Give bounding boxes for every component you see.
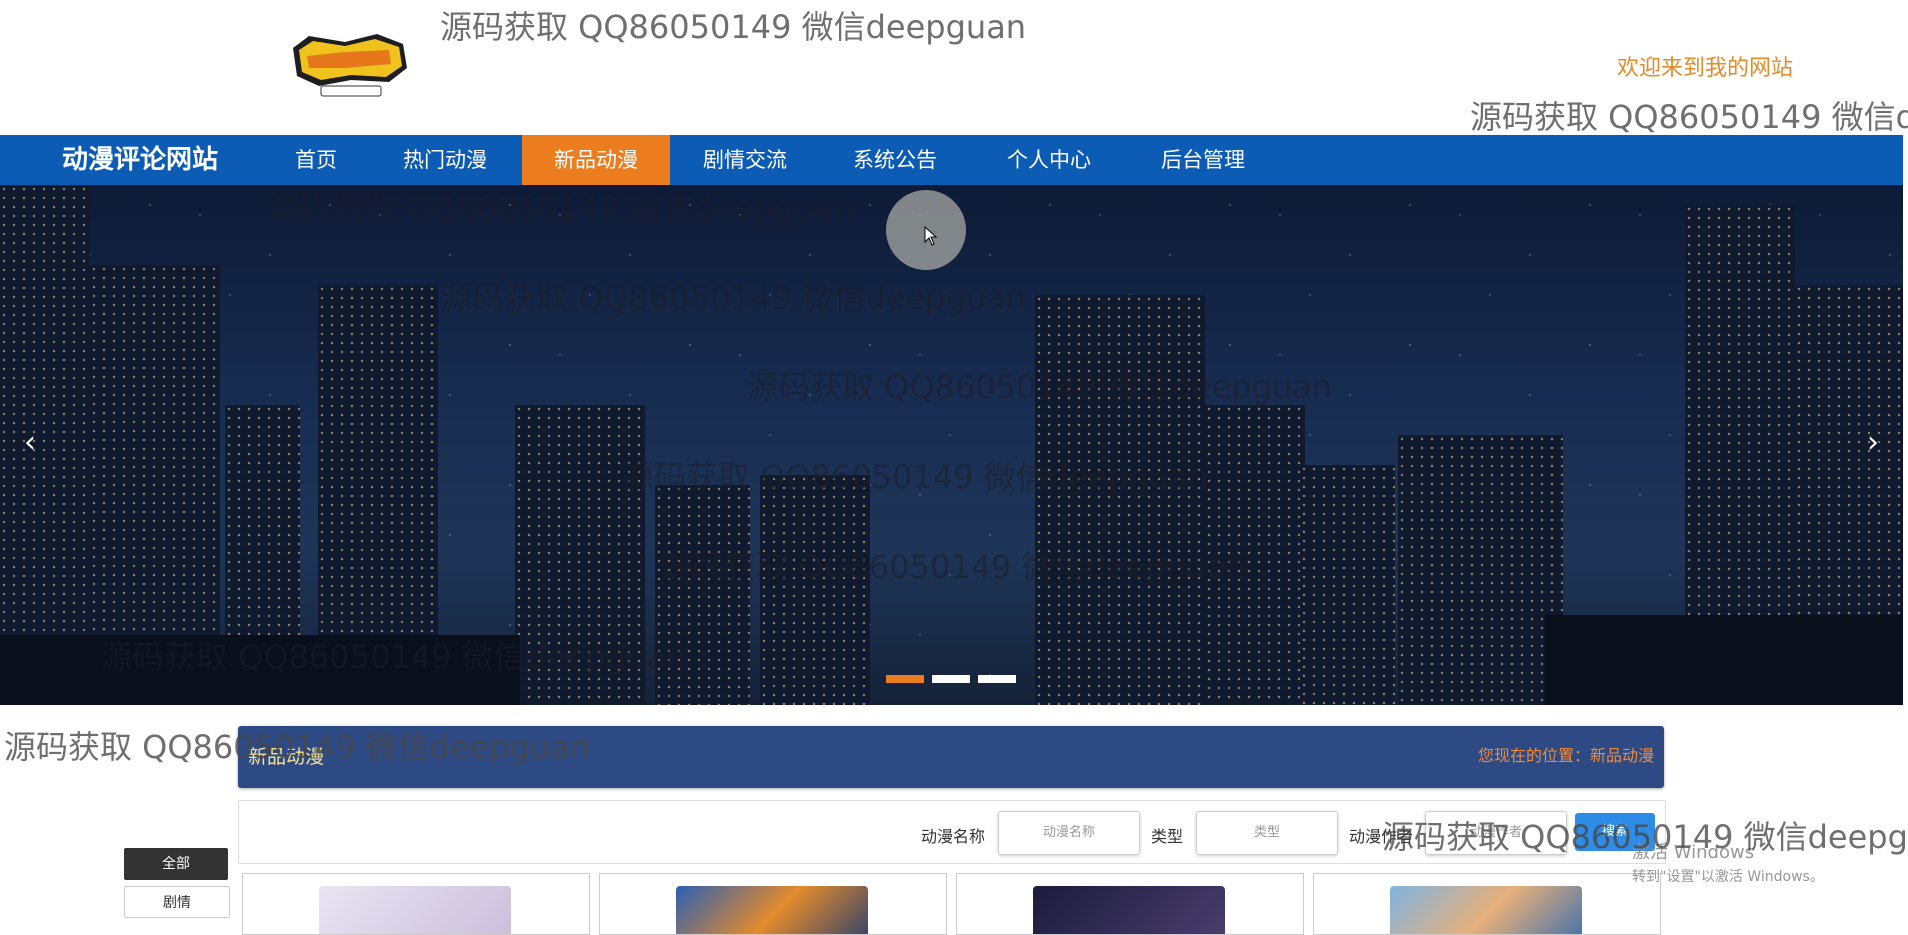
banner-carousel[interactable]: ‹ › [0, 185, 1903, 705]
nav-item-announcements[interactable]: 系统公告 [836, 135, 954, 185]
author-label: 动漫作者 [1349, 827, 1414, 846]
anime-card[interactable] [242, 873, 590, 935]
building [655, 485, 750, 705]
filter-all[interactable]: 全部 [124, 848, 228, 880]
carousel-dot-3[interactable] [978, 675, 1016, 683]
activation-title: 激活 Windows [1632, 842, 1755, 863]
anime-cover[interactable] [319, 886, 511, 934]
building [515, 405, 645, 705]
welcome-text: 欢迎来到我的网站 [1617, 56, 1794, 81]
rooftop [0, 635, 520, 705]
section-header: 新品动漫 您现在的位置：新品动漫 [238, 726, 1664, 788]
anime-name-input[interactable]: 动漫名称 [998, 811, 1140, 855]
site-brand[interactable]: 动漫评论网站 [62, 135, 218, 185]
building [1300, 465, 1395, 705]
mouse-cursor-icon [924, 225, 938, 250]
anime-cover[interactable] [1390, 886, 1582, 934]
carousel-prev-icon[interactable]: ‹ [24, 425, 36, 460]
building [0, 185, 90, 705]
carousel-dot-1[interactable] [886, 675, 924, 683]
carousel-dot-2[interactable] [932, 675, 970, 683]
rooftop [1545, 615, 1903, 705]
type-input[interactable]: 类型 [1196, 811, 1338, 855]
anime-cover[interactable] [676, 886, 868, 934]
nav-item-profile[interactable]: 个人中心 [990, 135, 1108, 185]
nav-item-plot-discussion[interactable]: 剧情交流 [686, 135, 804, 185]
watermark: 源码获取 QQ86050149 微信deepguan [440, 8, 1027, 46]
windows-activation-notice: 激活 Windows 转到"设置"以激活 Windows。 [1632, 838, 1824, 886]
anime-name-label: 动漫名称 [921, 827, 986, 846]
filter-plot[interactable]: 剧情 [124, 886, 230, 918]
nav-item-home[interactable]: 首页 [274, 135, 358, 185]
anime-card[interactable] [956, 873, 1304, 935]
anime-card[interactable] [1313, 873, 1661, 935]
building [1398, 435, 1563, 705]
section-title: 新品动漫 [248, 746, 325, 768]
carousel-next-icon[interactable]: › [1867, 425, 1879, 460]
activation-subtitle: 转到"设置"以激活 Windows。 [1632, 869, 1824, 885]
type-label: 类型 [1151, 827, 1184, 846]
main-nav: 动漫评论网站 首页 热门动漫 新品动漫 剧情交流 系统公告 个人中心 后台管理 [0, 135, 1903, 185]
breadcrumb: 您现在的位置：新品动漫 [1477, 746, 1654, 765]
nav-item-new-anime[interactable]: 新品动漫 [522, 135, 670, 185]
search-bar: 动漫名称 动漫名称 类型 类型 动漫作者 动漫作者 搜索 [238, 800, 1666, 864]
nav-item-hot-anime[interactable]: 热门动漫 [386, 135, 504, 185]
building [1035, 295, 1205, 705]
nav-item-admin[interactable]: 后台管理 [1144, 135, 1262, 185]
anime-cover[interactable] [1033, 886, 1225, 934]
watermark: 源码获取 QQ86050149 微信deepguan [1470, 98, 1908, 136]
building [1205, 405, 1305, 705]
carousel-indicators [886, 675, 1016, 683]
site-logo[interactable] [285, 30, 415, 102]
anime-card[interactable] [599, 873, 947, 935]
author-input[interactable]: 动漫作者 [1425, 811, 1567, 855]
building [760, 475, 870, 705]
